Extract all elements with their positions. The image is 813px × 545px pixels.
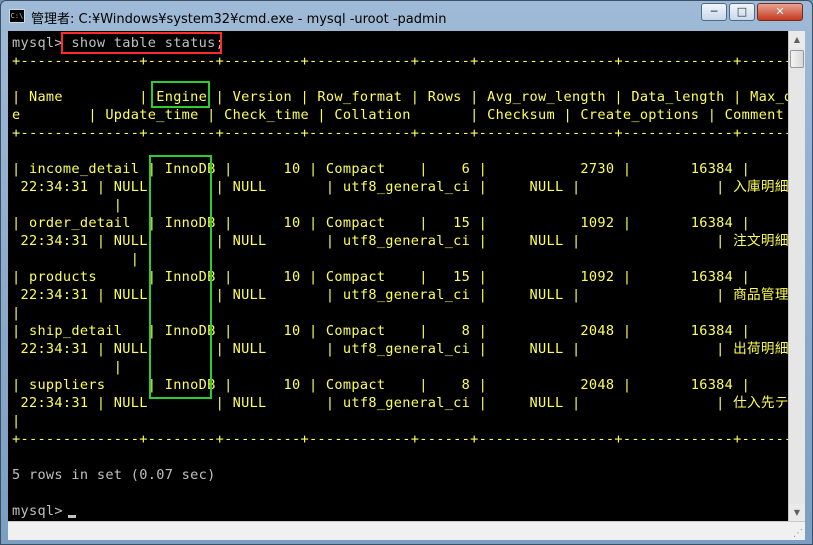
table-row: | products | InnoDB | 10 | Compact | 15 … bbox=[12, 269, 751, 285]
window-bottom-frame: ⋰ bbox=[8, 521, 805, 540]
cmd-icon[interactable]: C:\ bbox=[9, 9, 25, 23]
table-row: | suppliers | InnoDB | 10 | Compact | 8 … bbox=[12, 377, 751, 393]
resize-grip-icon[interactable]: ⋰ bbox=[793, 528, 803, 539]
console-output[interactable]: mysql> show table status; +-------------… bbox=[8, 31, 788, 521]
close-button[interactable]: ✕ bbox=[757, 3, 803, 21]
engine-header-highlight-box bbox=[151, 81, 210, 108]
table-row: | income_detail | InnoDB | 10 | Compact … bbox=[12, 161, 751, 177]
table-row: | bbox=[12, 305, 21, 321]
table-row: | bbox=[12, 251, 140, 267]
scroll-down-icon[interactable]: ▼ bbox=[789, 504, 805, 521]
header-line-1: | Name | Engine | Version | Row_format |… bbox=[12, 89, 788, 105]
table-row: | bbox=[12, 197, 123, 213]
result-summary: 5 rows in set (0.07 sec) bbox=[12, 467, 216, 483]
vertical-scrollbar[interactable]: ▲ ▼ bbox=[788, 31, 805, 521]
title-bar[interactable]: C:\ 管理者: C:¥Windows¥system32¥cmd.exe - m… bbox=[1, 1, 812, 31]
table-row: | order_detail | InnoDB | 10 | Compact |… bbox=[12, 215, 751, 231]
scroll-up-icon[interactable]: ▲ bbox=[789, 31, 805, 48]
table-row: 22:34:31 | NULL | NULL | utf8_general_ci… bbox=[12, 233, 788, 249]
table-row: | bbox=[12, 413, 21, 429]
engine-column-highlight-box bbox=[149, 155, 212, 399]
table-separator: +--------------+--------+---------+-----… bbox=[12, 431, 788, 447]
final-prompt: mysql> bbox=[12, 503, 72, 519]
table-row: 22:34:31 | NULL | NULL | utf8_general_ci… bbox=[12, 341, 788, 357]
table-row: | bbox=[12, 359, 123, 375]
table-separator: +--------------+--------+---------+-----… bbox=[12, 125, 788, 141]
table-row: 22:34:31 | NULL | NULL | utf8_general_ci… bbox=[12, 395, 788, 411]
cmd-window: C:\ 管理者: C:¥Windows¥system32¥cmd.exe - m… bbox=[0, 0, 813, 545]
table-row: 22:34:31 | NULL | NULL | utf8_general_ci… bbox=[12, 179, 788, 195]
table-separator: +--------------+--------+---------+-----… bbox=[12, 53, 788, 69]
scroll-thumb[interactable] bbox=[790, 50, 804, 68]
maximize-button[interactable]: □ bbox=[729, 3, 755, 21]
window-title: 管理者: C:¥Windows¥system32¥cmd.exe - mysql… bbox=[31, 12, 447, 27]
table-row: | ship_detail | InnoDB | 10 | Compact | … bbox=[12, 323, 751, 339]
header-line-2: e | Update_time | Check_time | Collation… bbox=[12, 107, 785, 123]
table-row: 22:34:31 | NULL | NULL | utf8_general_ci… bbox=[12, 287, 788, 303]
minimize-button[interactable]: ─ bbox=[701, 3, 727, 21]
command-highlight-box bbox=[61, 32, 222, 54]
text-cursor bbox=[68, 515, 76, 518]
